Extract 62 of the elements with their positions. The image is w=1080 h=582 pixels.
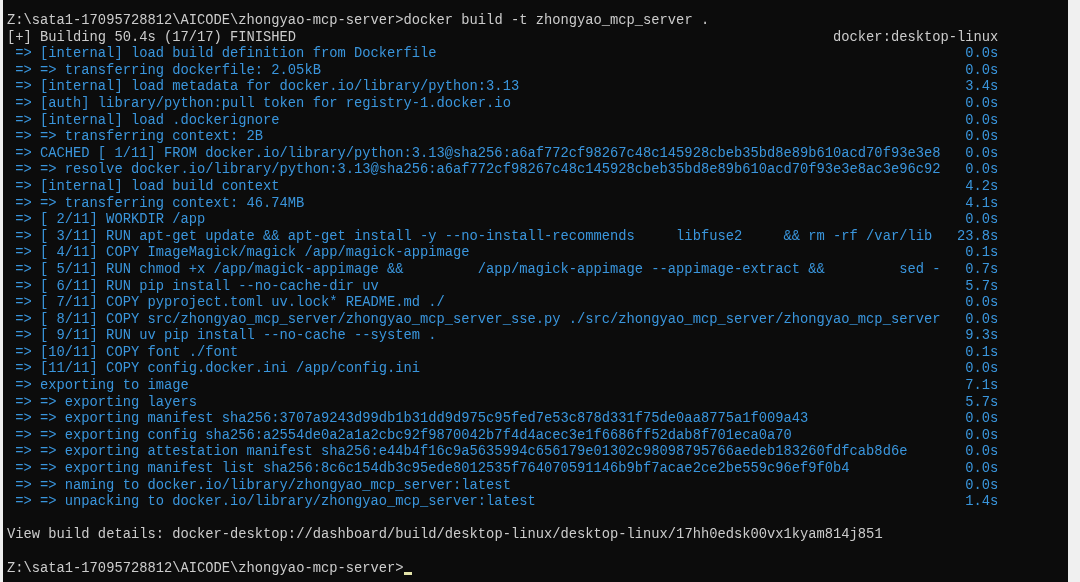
step-duration: 4.1s: [965, 195, 999, 213]
log-line: => [ 7/11] COPY pyproject.toml uv.lock* README.md ./: [15, 295, 445, 312]
log-line: => [ 8/11] COPY src/zhongyao_mcp_server/zhongyao_mcp_server_sse.py ./src/zhongyao_mcp_server/zhongyao_mcp_server: [15, 311, 941, 328]
step-duration: 0.0s: [965, 477, 999, 495]
step-duration: 3.4s: [965, 79, 999, 96]
step-duration: 1.4s: [965, 494, 999, 511]
step-duration: 5.7s: [965, 278, 999, 296]
step-duration: 0.1s: [965, 344, 999, 362]
step-duration: 0.0s: [965, 145, 999, 163]
step-duration: 0.0s: [965, 411, 999, 428]
log-line: => [auth] library/python:pull token for registry-1.docker.io: [15, 95, 511, 113]
step-duration: 0.0s: [965, 461, 999, 478]
log-line: => => exporting manifest list sha256:8c6c154db3c95ede8012535f764070591146b9bf7acae2ce2be559c96ef9f0b4: [15, 461, 850, 478]
log-line: => => exporting layers: [15, 394, 197, 411]
step-duration: 23.8s: [956, 228, 999, 246]
log-line: => exporting to image: [15, 378, 189, 395]
log-line: => => naming to docker.io/library/zhongyao_mcp_server:latest: [15, 477, 511, 494]
step-duration: 5.7s: [965, 394, 999, 412]
log-line: => [ 4/11] COPY ImageMagick/magick /app/magick-appimage: [15, 245, 470, 262]
log-line: => => unpacking to docker.io/library/zhongyao_mcp_server:latest: [15, 494, 536, 511]
step-duration: 0.0s: [965, 427, 999, 445]
log-line: => => resolve docker.io/library/python:3.13@sha256:a6af772cf98267c48c145928cbeb35bd8e89b610acd70f93e3e8ac3e96c92: [15, 162, 941, 179]
log-line: => [internal] load build definition from Dockerfile: [15, 46, 437, 63]
log-line: => [11/11] COPY config.docker.ini /app/config.ini: [15, 361, 421, 378]
log-line: => [ 5/11] RUN chmod +x /app/magick-appimage && /app/magick-appimage --appimage-extract && sed -: [15, 261, 941, 279]
log-line: => [ 3/11] RUN apt-get update && apt-get install -y --no-install-recommends libfuse2 && rm -rf /var/lib: [15, 228, 933, 245]
log-line: => => exporting attestation manifest sha256:e44b4f16c9a5635994c656179e01302c98098795766aedeb183260fdfcab8d6e: [15, 444, 908, 461]
step-duration: 0.0s: [965, 129, 999, 146]
log-line: => CACHED [ 1/11] FROM docker.io/library/python:3.13@sha256:a6af772cf98267c48c145928cbeb35bd8e89b610acd70f93e3e8: [15, 145, 941, 162]
build-status: [+] Building 50.4s (17/17) FINISHED: [7, 29, 297, 46]
step-duration: 0.0s: [965, 212, 999, 229]
step-duration: 0.0s: [965, 112, 999, 130]
step-duration: 0.0s: [965, 361, 999, 379]
log-line: => [ 2/11] WORKDIR /app: [15, 212, 206, 229]
builder-name: docker:desktop-linux: [833, 29, 999, 47]
log-line: => [internal] load metadata for docker.io/library/python:3.13: [15, 79, 520, 96]
log-line: => => exporting config sha256:a2554de0a2a1a2cbc92f9870042b7f4d4acec3e1f6686ff52dab8f701eca0a70: [15, 427, 792, 444]
log-line: => [internal] load build context: [15, 178, 280, 196]
step-duration: 0.0s: [965, 311, 999, 329]
step-duration: 0.1s: [965, 245, 999, 262]
step-duration: 0.0s: [965, 95, 999, 113]
step-duration: 0.0s: [965, 46, 999, 63]
step-duration: 4.2s: [965, 178, 999, 196]
log-line: => => transferring context: 2B: [15, 129, 264, 146]
step-duration: 0.0s: [965, 62, 999, 80]
log-line: => => exporting manifest sha256:3707a9243d99db1b31dd9d975c95fed7e53c878d331f75de0aa8775a1f009a43: [15, 411, 809, 428]
command-line: Z:\sata1-17095728812\AICODE\zhongyao-mcp-server>docker build -t zhongyao_mcp_server .: [7, 13, 710, 28]
log-line: => [ 6/11] RUN pip install --no-cache-dir uv: [15, 278, 379, 295]
step-duration: 0.0s: [965, 162, 999, 179]
step-duration: 9.3s: [965, 328, 999, 345]
log-line: => => transferring context: 46.74MB: [15, 195, 305, 212]
log-line: => [ 9/11] RUN uv pip install --no-cache --system .: [15, 328, 437, 345]
log-line: => [internal] load .dockerignore: [15, 112, 280, 129]
log-line: => [10/11] COPY font ./font: [15, 344, 239, 361]
step-duration: 0.0s: [965, 444, 999, 462]
log-line: => => transferring dockerfile: 2.05kB: [15, 62, 321, 79]
step-duration: 0.0s: [965, 295, 999, 312]
cursor-icon: [403, 571, 412, 575]
build-details-text: View build details: docker-desktop://dashboard/build/desktop-linux/desktop-linux/17hh0edsk00vx1kyam814j851: [7, 527, 883, 543]
prompt-text: Z:\sata1-17095728812\AICODE\zhongyao-mcp-server>: [7, 560, 404, 576]
step-duration: 7.1s: [965, 378, 999, 395]
step-duration: 0.7s: [965, 261, 999, 279]
